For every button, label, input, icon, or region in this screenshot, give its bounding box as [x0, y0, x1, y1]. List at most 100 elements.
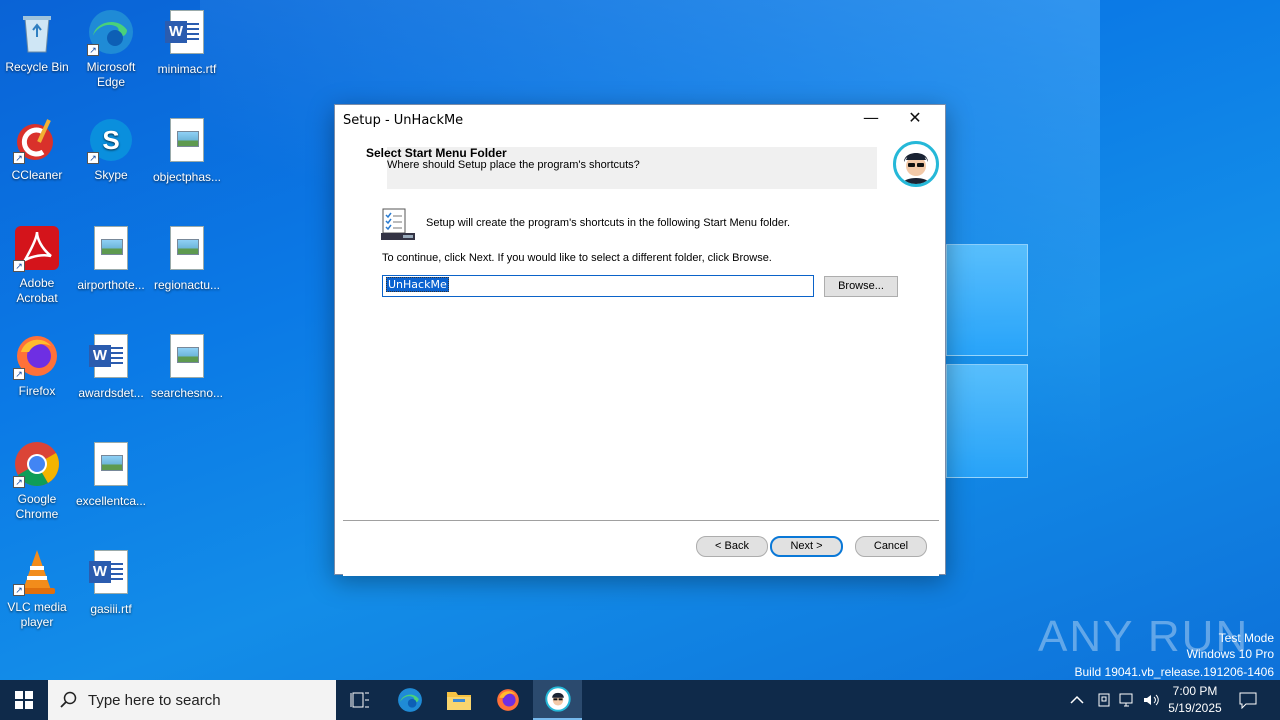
taskbar-search-box[interactable]: Type here to search	[48, 680, 336, 720]
desktop-icon-objectphas[interactable]: objectphas...	[148, 116, 226, 185]
firefox-icon: ↗	[13, 332, 61, 380]
desktop-icon-label: Recycle Bin	[5, 60, 69, 74]
desktop-icon-label: excellentca...	[75, 494, 147, 508]
start-menu-folder-input[interactable]: UnHackMe	[382, 275, 814, 297]
desktop-icon-gasiii[interactable]: W gasiii.rtf	[72, 548, 150, 617]
task-view-icon	[350, 692, 369, 708]
next-button[interactable]: Next >	[770, 536, 843, 557]
skype-icon: S ↗	[87, 116, 135, 164]
desktop-icon-adobe-acrobat[interactable]: ↗ Adobe Acrobat	[0, 224, 76, 306]
setup-window: Setup - UnHackMe — ✕ Select Start Menu F…	[334, 104, 946, 576]
vlc-icon: ↗	[13, 548, 61, 596]
watermark-edition: Windows 10 Pro	[1186, 647, 1274, 661]
minimize-button[interactable]: —	[849, 105, 893, 133]
taskbar-unhackme-button[interactable]	[533, 680, 582, 720]
wizard-header: Select Start Menu Folder Where should Se…	[343, 135, 939, 191]
chevron-up-icon	[1070, 695, 1084, 704]
task-view-button[interactable]	[336, 680, 384, 720]
desktop-icon-excellentca[interactable]: excellentca...	[72, 440, 150, 509]
desktop-icon-regionactu[interactable]: regionactu...	[148, 224, 226, 293]
image-file-icon	[170, 118, 204, 162]
search-placeholder: Type here to search	[88, 691, 221, 709]
desktop-icon-label: VLC media player	[7, 600, 67, 629]
footer-separator	[343, 520, 939, 521]
edge-icon: ↗	[87, 8, 135, 56]
folder-icon	[447, 692, 471, 710]
desktop-icon-label: minimac.rtf	[157, 62, 217, 76]
desktop-icon-label: Skype	[94, 168, 128, 182]
window-title: Setup - UnHackMe	[343, 112, 464, 128]
clock-time: 7:00 PM	[1172, 684, 1218, 698]
desktop-icon-ccleaner[interactable]: ↗ CCleaner	[0, 116, 76, 183]
desktop-icon-microsoft-edge[interactable]: ↗ Microsoft Edge	[72, 8, 150, 90]
wizard-body: Setup will create the program's shortcut…	[343, 191, 939, 576]
recycle-bin-icon	[13, 8, 61, 56]
cancel-button[interactable]: Cancel	[855, 536, 927, 557]
show-hidden-icons-button[interactable]	[1070, 680, 1084, 720]
desktop-icon-label: airporthote...	[77, 278, 145, 292]
desktop-icon-airporthote[interactable]: airporthote...	[72, 224, 150, 293]
watermark-test-mode: Test Mode	[1218, 631, 1274, 645]
chrome-icon: ↗	[13, 440, 61, 488]
taskbar-file-explorer-button[interactable]	[435, 680, 483, 720]
desktop-icon-firefox[interactable]: ↗ Firefox	[0, 332, 76, 399]
page-title: Select Start Menu Folder	[366, 146, 507, 160]
start-menu-folder-icon	[381, 207, 415, 241]
taskbar-firefox-button[interactable]	[484, 680, 532, 720]
image-file-icon	[94, 226, 128, 270]
desktop-icon-label: searchesno...	[150, 386, 224, 400]
desktop-icon-label: gasiii.rtf	[90, 602, 132, 616]
volume-icon	[1144, 694, 1159, 706]
unhackme-logo-icon	[893, 141, 939, 187]
word-document-icon: W	[165, 10, 204, 54]
taskbar: Type here to search 7:00 PM 5/19/2025	[0, 680, 1280, 720]
device-icon	[1098, 693, 1110, 707]
ccleaner-icon: ↗	[13, 116, 61, 164]
desktop-icon-label: awardsdet...	[78, 386, 144, 400]
desktop-icon-minimac[interactable]: W minimac.rtf	[148, 8, 226, 77]
watermark-build: Build 19041.vb_release.191206-1406	[1074, 665, 1275, 679]
desktop-icon-vlc[interactable]: ↗ VLC media player	[0, 548, 76, 630]
adobe-acrobat-icon: ↗	[13, 224, 61, 272]
desktop-icon-label: Microsoft Edge	[86, 60, 136, 89]
network-icon	[1119, 693, 1133, 707]
close-button[interactable]: ✕	[893, 105, 937, 133]
edge-icon	[398, 688, 422, 712]
instruction-text: To continue, click Next. If you would li…	[382, 252, 772, 264]
tray-device-button[interactable]	[1096, 680, 1112, 720]
unhackme-icon	[544, 686, 571, 712]
desktop-icon-recycle-bin[interactable]: Recycle Bin	[0, 8, 76, 75]
firefox-icon	[497, 689, 519, 711]
word-document-icon: W	[89, 334, 128, 378]
desktop-icon-label: Adobe Acrobat	[16, 276, 58, 305]
back-button[interactable]: < Back	[696, 536, 768, 557]
desktop-icon-label: CCleaner	[11, 168, 63, 182]
word-document-icon: W	[89, 550, 128, 594]
notification-icon	[1239, 692, 1257, 709]
tray-network-button[interactable]	[1118, 680, 1136, 720]
image-file-icon	[170, 226, 204, 270]
desktop-icon-searchesno[interactable]: searchesno...	[148, 332, 226, 401]
clock-date: 5/19/2025	[1168, 701, 1222, 715]
action-center-button[interactable]	[1238, 680, 1258, 720]
start-button[interactable]	[0, 680, 48, 720]
desktop-icon-google-chrome[interactable]: ↗ Google Chrome	[0, 440, 76, 522]
desktop-icon-label: objectphas...	[152, 170, 222, 184]
browse-button[interactable]: Browse...	[824, 276, 898, 297]
tray-volume-button[interactable]	[1142, 680, 1160, 720]
desktop-icon-label: Firefox	[18, 384, 56, 398]
desktop-icon-label: Google Chrome	[15, 492, 59, 521]
taskbar-edge-button[interactable]	[386, 680, 434, 720]
desktop-icon-skype[interactable]: S ↗ Skype	[72, 116, 150, 183]
taskbar-clock[interactable]: 7:00 PM 5/19/2025	[1162, 683, 1228, 717]
wallpaper-windows-logo	[946, 240, 1030, 480]
image-file-icon	[170, 334, 204, 378]
page-subtitle: Where should Setup place the program's s…	[387, 159, 640, 171]
svg-text:S: S	[102, 125, 119, 155]
desktop-icon-awardsdet[interactable]: W awardsdet...	[72, 332, 150, 401]
info-text: Setup will create the program's shortcut…	[426, 217, 791, 229]
image-file-icon	[94, 442, 128, 486]
search-icon	[60, 691, 77, 708]
folder-input-selected-text[interactable]: UnHackMe	[386, 277, 449, 292]
window-titlebar[interactable]: Setup - UnHackMe — ✕	[335, 105, 945, 135]
